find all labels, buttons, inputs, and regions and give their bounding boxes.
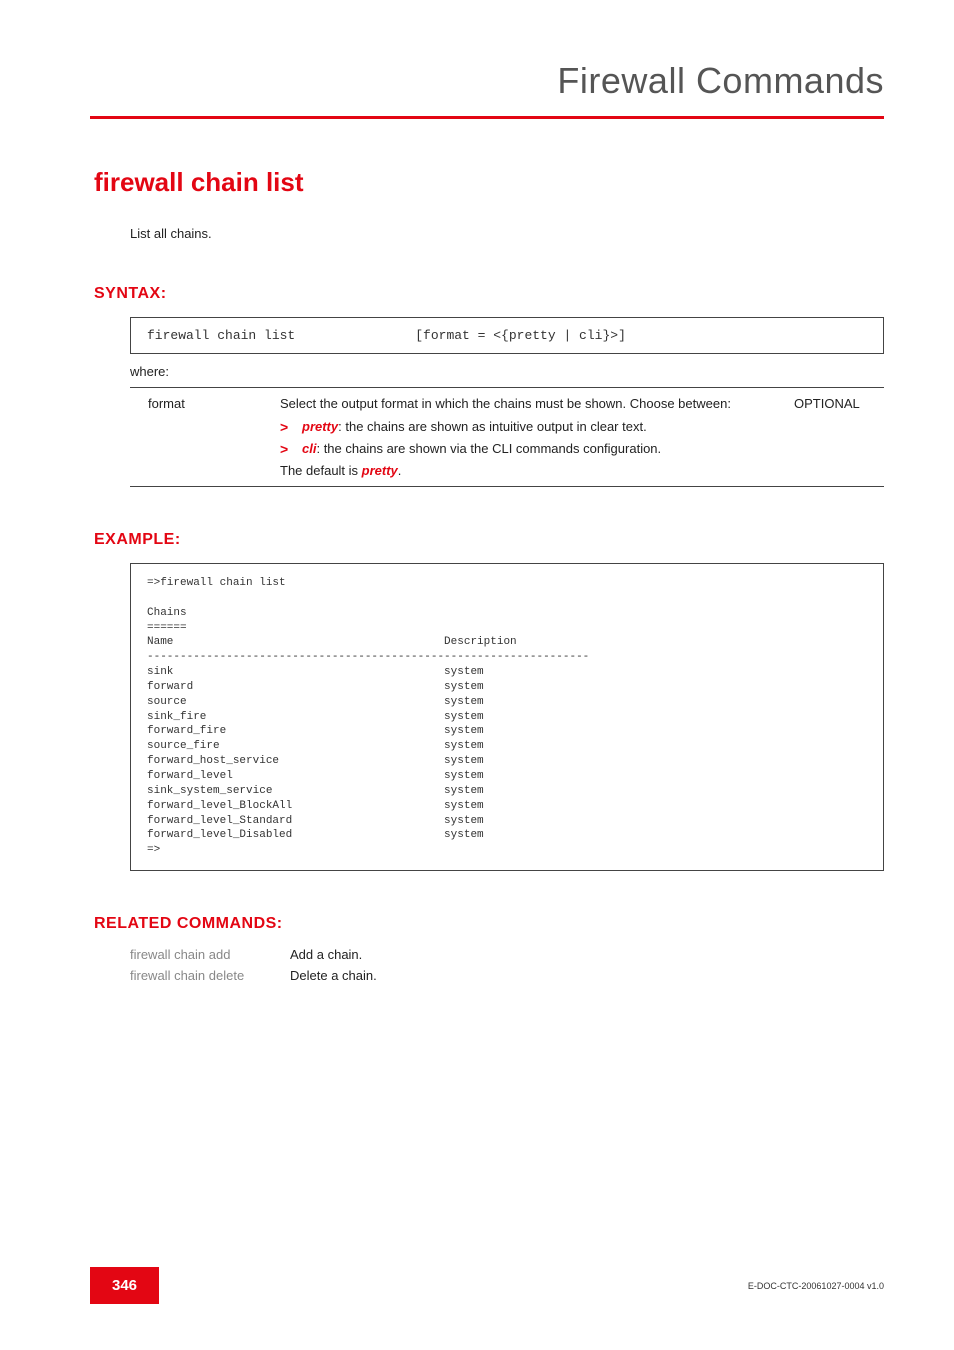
param-default: The default is pretty. [280, 463, 778, 478]
page-title: firewall chain list [94, 167, 884, 198]
syntax-code-right: [format = <{pretty | cli}>] [415, 328, 626, 343]
syntax-label: SYNTAX: [94, 285, 884, 303]
param-table: format Select the output format in which… [130, 387, 884, 487]
example-label: EXAMPLE: [94, 531, 884, 549]
page-number: 346 [90, 1267, 159, 1304]
example-box: =>firewall chain list Chains ====== Name… [130, 563, 884, 871]
page: Firewall Commands firewall chain list Li… [0, 0, 954, 1350]
chevron-right-icon: > [280, 419, 302, 435]
syntax-box: firewall chain list [format = <{pretty | … [130, 317, 884, 354]
param-desc-intro: Select the output format in which the ch… [280, 396, 778, 411]
syntax-code-left: firewall chain list [147, 328, 295, 343]
param-default-suffix: . [398, 463, 402, 478]
related-desc: Delete a chain. [290, 968, 377, 983]
param-bullet-text: cli: the chains are shown via the CLI co… [302, 441, 778, 457]
chevron-right-icon: > [280, 441, 302, 457]
related-cmd: firewall chain delete [130, 968, 290, 983]
intro-text: List all chains. [130, 226, 884, 241]
page-header: Firewall Commands [90, 60, 884, 119]
param-desc: Select the output format in which the ch… [280, 396, 794, 478]
related-cmd: firewall chain add [130, 947, 290, 962]
param-bullet-rest: : the chains are shown as intuitive outp… [338, 419, 647, 434]
param-bullet-text: pretty: the chains are shown as intuitiv… [302, 419, 778, 435]
where-label: where: [130, 364, 884, 379]
doc-id: E-DOC-CTC-20061027-0004 v1.0 [748, 1281, 884, 1291]
page-footer: 346 E-DOC-CTC-20061027-0004 v1.0 [90, 1267, 884, 1304]
param-required: OPTIONAL [794, 396, 884, 478]
related-label: RELATED COMMANDS: [94, 915, 884, 933]
related-row: firewall chain add Add a chain. [130, 947, 884, 962]
param-bullet-term: cli [302, 441, 316, 456]
param-default-value: pretty [362, 463, 398, 478]
related-table: firewall chain add Add a chain. firewall… [130, 947, 884, 983]
related-row: firewall chain delete Delete a chain. [130, 968, 884, 983]
param-bullet: > cli: the chains are shown via the CLI … [280, 441, 778, 457]
param-bullet: > pretty: the chains are shown as intuit… [280, 419, 778, 435]
related-desc: Add a chain. [290, 947, 362, 962]
param-bullet-rest: : the chains are shown via the CLI comma… [316, 441, 661, 456]
param-default-prefix: The default is [280, 463, 362, 478]
param-bullet-term: pretty [302, 419, 338, 434]
param-name: format [130, 396, 280, 478]
